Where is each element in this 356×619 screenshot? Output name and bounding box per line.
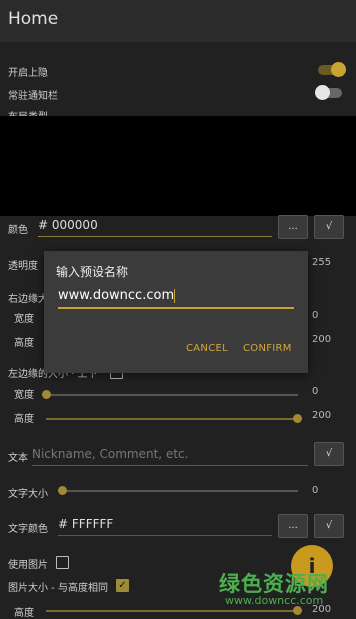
image-height-slider[interactable] xyxy=(46,606,302,615)
text-label: 文本 xyxy=(8,453,28,464)
layout-type-label: 布局类型 xyxy=(8,108,48,116)
right-height-value: 200 xyxy=(312,334,332,345)
page-title: Home xyxy=(8,9,59,29)
dialog-title: 输入预设名称 xyxy=(56,265,129,279)
image-size-label: 图片大小 - 与高度相同 xyxy=(8,583,108,594)
text-color-label: 文字颜色 xyxy=(8,524,48,535)
use-image-checkbox[interactable] xyxy=(56,556,69,569)
black-overlay-band xyxy=(0,116,356,216)
right-width-label: 宽度 xyxy=(14,314,34,325)
toggle-knob xyxy=(315,85,330,100)
preset-name-input[interactable]: www.downcc.com xyxy=(58,288,294,309)
left-height-slider[interactable] xyxy=(46,414,302,423)
text-input[interactable]: Nickname, Comment, etc. xyxy=(32,447,308,466)
left-height-value: 200 xyxy=(312,410,332,421)
alpha-value: 255 xyxy=(312,257,332,268)
left-width-value: 0 xyxy=(312,386,319,397)
slider-thumb[interactable] xyxy=(293,414,302,423)
text-size-slider[interactable] xyxy=(58,486,298,495)
left-height-label: 高度 xyxy=(14,414,34,425)
open-hide-toggle[interactable] xyxy=(318,62,346,77)
left-width-slider[interactable] xyxy=(42,390,298,399)
app-bar: Home xyxy=(0,0,356,42)
notify-label: 常驻通知栏 xyxy=(8,91,58,102)
text-placeholder: Nickname, Comment, etc. xyxy=(32,447,189,461)
use-image-label: 使用图片 xyxy=(8,560,48,571)
slider-thumb[interactable] xyxy=(42,390,51,399)
color-value: 000000 xyxy=(51,218,98,232)
image-size-checkbox[interactable]: ✓ xyxy=(116,579,129,592)
preset-name-value: www.downcc.com xyxy=(58,288,175,303)
text-cursor xyxy=(174,288,176,303)
left-width-label: 宽度 xyxy=(14,390,34,401)
text-color-more-button[interactable]: ... xyxy=(278,514,308,538)
slider-thumb[interactable] xyxy=(293,606,302,615)
open-hide-label: 开启上隐 xyxy=(8,68,48,79)
text-color-input[interactable]: # FFFFFF xyxy=(58,517,272,536)
color-label: 颜色 xyxy=(8,225,28,236)
text-size-label: 文字大小 xyxy=(8,489,48,500)
text-color-value: FFFFFF xyxy=(71,517,114,531)
right-height-label: 高度 xyxy=(14,338,34,349)
hash-prefix: # xyxy=(58,517,69,531)
text-confirm-button[interactable]: √ xyxy=(314,442,344,466)
watermark-url: www.downcc.com xyxy=(225,594,324,607)
preset-name-dialog: 输入预设名称 www.downcc.com CANCEL CONFIRM xyxy=(44,251,308,373)
text-size-value: 0 xyxy=(312,485,319,496)
image-height-label: 高度 xyxy=(14,608,34,619)
color-confirm-button[interactable]: √ xyxy=(314,215,344,239)
confirm-button[interactable]: CONFIRM xyxy=(243,343,292,354)
text-color-confirm-button[interactable]: √ xyxy=(314,514,344,538)
alpha-label: 透明度 xyxy=(8,261,38,272)
color-more-button[interactable]: ... xyxy=(278,215,308,239)
notify-toggle[interactable] xyxy=(315,85,342,100)
color-input[interactable]: # 000000 xyxy=(38,218,272,237)
right-width-value: 0 xyxy=(312,310,319,321)
slider-thumb[interactable] xyxy=(58,486,67,495)
cancel-button[interactable]: CANCEL xyxy=(186,343,228,354)
toggle-knob xyxy=(331,62,346,77)
hash-prefix: # xyxy=(38,218,49,232)
